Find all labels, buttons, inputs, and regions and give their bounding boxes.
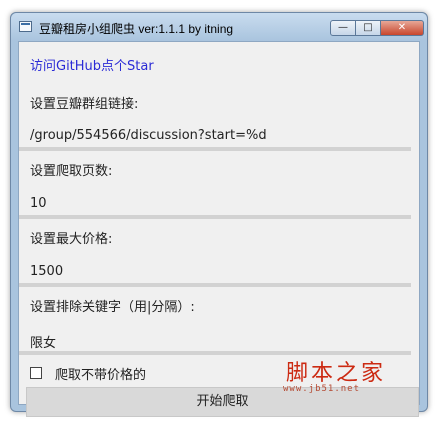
minimize-button[interactable]: —	[330, 20, 356, 36]
max-price-label: 设置最大价格:	[30, 232, 113, 247]
keywords-input[interactable]: 限女	[19, 326, 411, 355]
watermark-url: www.jb51.net	[283, 384, 361, 394]
keywords-value: 限女	[30, 336, 57, 351]
app-icon	[19, 21, 32, 32]
maximize-button[interactable]: □	[356, 20, 381, 36]
group-link-input[interactable]: /group/554566/discussion?start=%d	[19, 122, 411, 151]
main-panel: 访问GitHub点个Star 设置豆瓣群组链接: /group/554566/d…	[18, 41, 420, 417]
app-window: 豆瓣租房小组爬虫 ver:1.1.1 by itning — □ ✕ 访问Git…	[10, 12, 428, 417]
keywords-label: 设置排除关键字（用|分隔）:	[30, 300, 195, 315]
group-link-value: /group/554566/discussion?start=%d	[30, 128, 267, 143]
pages-value: 10	[30, 196, 47, 211]
group-link-label: 设置豆瓣群组链接:	[30, 97, 139, 112]
title-bar[interactable]: 豆瓣租房小组爬虫 ver:1.1.1 by itning — □ ✕	[11, 13, 427, 41]
pages-input[interactable]: 10	[19, 190, 411, 219]
github-link[interactable]: 访问GitHub点个Star	[30, 55, 154, 74]
pages-label: 设置爬取页数:	[30, 164, 113, 179]
close-button[interactable]: ✕	[381, 20, 424, 36]
no-price-checkbox[interactable]	[30, 367, 42, 379]
window-title: 豆瓣租房小组爬虫 ver:1.1.1 by itning	[39, 22, 234, 36]
max-price-input[interactable]: 1500	[19, 258, 411, 287]
watermark-logo: 脚本之家	[286, 361, 387, 386]
start-button[interactable]: 开始爬取	[26, 387, 419, 417]
max-price-value: 1500	[30, 264, 64, 279]
no-price-checkbox-label[interactable]: 爬取不带价格的	[55, 364, 146, 383]
